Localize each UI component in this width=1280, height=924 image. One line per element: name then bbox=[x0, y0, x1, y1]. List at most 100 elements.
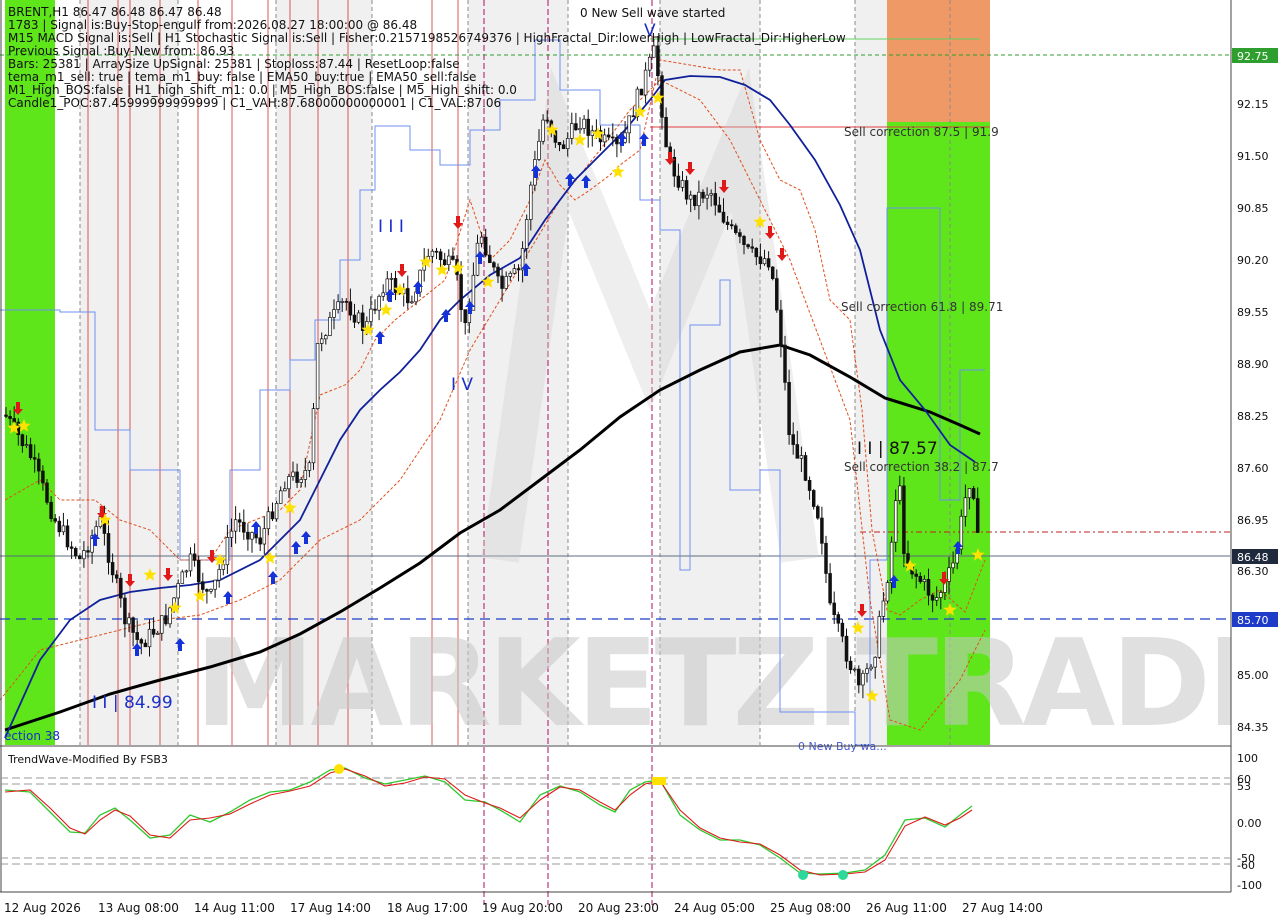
candle-body bbox=[201, 581, 205, 590]
candle-body bbox=[82, 550, 86, 560]
price-tick: 87.60 bbox=[1237, 462, 1269, 475]
osc-tick: 100 bbox=[1237, 752, 1258, 765]
candle-body bbox=[557, 142, 562, 146]
candle-body bbox=[410, 301, 414, 304]
candle-body bbox=[783, 344, 787, 383]
candle-body bbox=[356, 312, 361, 323]
candle-body bbox=[770, 266, 775, 279]
candle-body bbox=[574, 123, 578, 131]
candle-body bbox=[680, 180, 685, 188]
sell-correction-618-label: Sell correction 61.8 | 89.71 bbox=[841, 300, 1003, 314]
candle-body bbox=[430, 250, 435, 257]
candle-body bbox=[750, 246, 754, 249]
wave-iii-high-label: I I | 87.57 bbox=[857, 439, 938, 459]
candle-body bbox=[775, 278, 779, 311]
candle-body bbox=[65, 525, 70, 548]
candle-body bbox=[389, 277, 394, 280]
candle-body bbox=[270, 511, 275, 520]
candle-body bbox=[582, 118, 586, 129]
candle-body bbox=[233, 519, 238, 532]
chart-window[interactable]: MARKETZITRADE 0 New Sell wave started V … bbox=[0, 0, 1280, 920]
candle-body bbox=[217, 569, 221, 581]
candle-body bbox=[348, 301, 353, 316]
candle-body bbox=[779, 309, 783, 346]
candle-body bbox=[602, 134, 607, 143]
candle-body bbox=[742, 236, 746, 245]
price-tick: 92.15 bbox=[1237, 98, 1269, 111]
candle-body bbox=[4, 414, 8, 417]
time-tick: 13 Aug 08:00 bbox=[98, 901, 179, 915]
candle-body bbox=[496, 266, 500, 277]
candle-body bbox=[447, 255, 451, 266]
time-tick: 17 Aug 14:00 bbox=[290, 901, 371, 915]
candle-body bbox=[766, 258, 771, 268]
osc-tick: 0.00 bbox=[1237, 817, 1262, 830]
price-tick: 84.35 bbox=[1237, 721, 1269, 734]
candle-body bbox=[791, 434, 795, 445]
candle-body bbox=[500, 275, 504, 289]
candle-body bbox=[516, 268, 521, 271]
candle-body bbox=[205, 589, 209, 592]
candle-body bbox=[922, 579, 927, 583]
candle-body bbox=[135, 632, 139, 640]
info-line-3: Previous Signal :Buy-New from: 86.93 bbox=[8, 44, 234, 58]
candle-body bbox=[303, 470, 308, 480]
candle-body bbox=[877, 616, 882, 658]
candle-body bbox=[926, 579, 931, 596]
candle-body bbox=[709, 193, 713, 196]
candle-body bbox=[893, 500, 898, 543]
candle-body bbox=[914, 573, 918, 577]
candle-body bbox=[110, 562, 115, 576]
candle-body bbox=[274, 502, 279, 520]
sell-correction-382-label: Sell correction 38.2 | 87.7 bbox=[844, 460, 999, 474]
candle-body bbox=[647, 56, 652, 71]
candle-body bbox=[734, 225, 738, 233]
candle-body bbox=[340, 301, 344, 303]
candle-body bbox=[20, 434, 25, 447]
candle-body bbox=[209, 588, 213, 592]
osc-tick: -60 bbox=[1237, 859, 1255, 872]
candle-body bbox=[258, 537, 262, 545]
candle-body bbox=[451, 255, 455, 260]
candle-body bbox=[717, 204, 722, 213]
time-tick: 25 Aug 08:00 bbox=[770, 901, 851, 915]
osc-top-dot bbox=[334, 764, 344, 774]
candle-body bbox=[287, 476, 291, 490]
candle-body bbox=[816, 506, 820, 519]
candle-body bbox=[570, 123, 574, 139]
candle-body bbox=[836, 614, 841, 624]
candle-body bbox=[61, 525, 66, 533]
candle-body bbox=[951, 562, 955, 569]
time-tick: 12 Aug 2026 bbox=[4, 901, 81, 915]
price-label-current: 86.48 bbox=[1232, 549, 1278, 564]
candle-body bbox=[319, 338, 324, 344]
sell-correction-875-label: Sell correction 87.5 | 91.9 bbox=[844, 125, 999, 139]
candle-body bbox=[123, 597, 127, 625]
candle-body bbox=[229, 530, 234, 538]
candle-body bbox=[873, 656, 877, 668]
price-tick: 86.30 bbox=[1237, 565, 1269, 578]
svg-text:92.75: 92.75 bbox=[1237, 50, 1269, 63]
candle-body bbox=[795, 444, 800, 459]
candle-body bbox=[881, 600, 886, 617]
candle-body bbox=[328, 317, 332, 336]
candle-body bbox=[627, 115, 631, 134]
svg-text:85.70: 85.70 bbox=[1237, 614, 1269, 627]
candle-body bbox=[160, 615, 164, 634]
info-line-5: tema_m1_sell: true | tema_m1_buy: false … bbox=[8, 70, 476, 84]
candle-body bbox=[508, 272, 513, 277]
candle-body bbox=[155, 632, 160, 635]
candle-body bbox=[971, 488, 976, 499]
candle-body bbox=[406, 288, 410, 304]
candle-body bbox=[492, 262, 496, 268]
candle-body bbox=[196, 560, 201, 583]
candle-body bbox=[324, 335, 328, 340]
candle-body bbox=[53, 518, 57, 522]
candle-body bbox=[24, 444, 29, 447]
candle-body bbox=[28, 444, 33, 458]
chart-canvas[interactable]: MARKETZITRADE 0 New Sell wave started V … bbox=[0, 0, 1280, 920]
price-tick: 88.25 bbox=[1237, 410, 1269, 423]
candle-body bbox=[811, 490, 816, 507]
svg-text:86.48: 86.48 bbox=[1237, 551, 1269, 564]
candle-body bbox=[49, 501, 53, 519]
